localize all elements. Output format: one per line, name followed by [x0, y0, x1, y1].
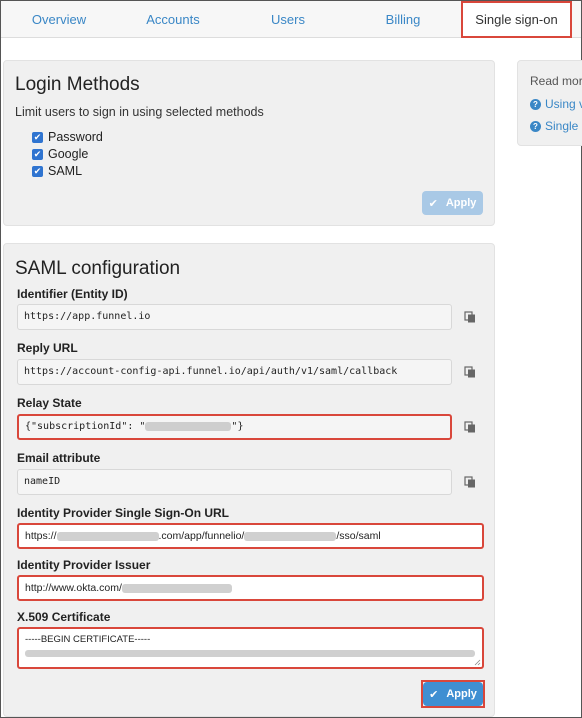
redacted-certificate-line [25, 647, 476, 661]
tab-single-sign-on[interactable]: Single sign-on [461, 1, 572, 38]
copy-icon[interactable] [464, 366, 476, 378]
redacted-value [145, 421, 232, 431]
apply-label: Apply [446, 688, 477, 700]
idp-sso-url-label: Identity Provider Single Sign-On URL [17, 506, 230, 520]
email-attribute-label: Email attribute [17, 451, 101, 465]
google-label: Google [48, 147, 89, 161]
login-methods-panel: Login Methods Limit users to sign in usi… [3, 60, 495, 226]
copy-icon[interactable] [464, 421, 476, 433]
help-link-label: Using v [545, 97, 582, 111]
password-option[interactable]: ✔ Password [32, 129, 103, 145]
relay-state-prefix: {"subscriptionId": " [25, 421, 146, 432]
certificate-begin-line: -----BEGIN CERTIFICATE----- [25, 634, 151, 645]
saml-option[interactable]: ✔ SAML [32, 163, 82, 179]
google-checkbox[interactable]: ✔ [32, 148, 43, 160]
tab-billing[interactable]: Billing [353, 1, 453, 38]
entity-id-field[interactable]: https://app.funnel.io [17, 304, 452, 330]
login-methods-title: Login Methods [15, 74, 140, 95]
email-attribute-field[interactable]: nameID [17, 469, 452, 495]
check-icon: ✔ [429, 688, 439, 701]
saml-config-panel: SAML configuration Identifier (Entity ID… [3, 243, 495, 717]
copy-icon[interactable] [464, 311, 476, 323]
idp-sso-url-middle: .com/app/funnelio/ [158, 530, 245, 542]
help-link-label: Single s [545, 119, 582, 133]
copy-icon[interactable] [464, 476, 476, 488]
tab-accounts[interactable]: Accounts [123, 1, 223, 38]
reply-url-label: Reply URL [17, 341, 78, 355]
tab-overview[interactable]: Overview [9, 1, 109, 38]
tab-bar: Overview Accounts Users Billing Single s… [1, 1, 581, 38]
question-icon: ? [530, 120, 541, 132]
relay-state-suffix: "} [231, 421, 244, 432]
help-link-single-sign-on[interactable]: ? Single s [530, 119, 582, 133]
password-checkbox[interactable]: ✔ [32, 131, 43, 143]
apply-label: Apply [445, 197, 477, 209]
question-icon: ? [530, 98, 541, 110]
certificate-label: X.509 Certificate [17, 610, 111, 624]
relay-state-label: Relay State [17, 396, 82, 410]
saml-config-title: SAML configuration [15, 258, 181, 279]
redacted-value [244, 531, 337, 541]
idp-issuer-prefix: http://www.okta.com/ [25, 582, 122, 594]
idp-issuer-label: Identity Provider Issuer [17, 558, 151, 572]
relay-state-field[interactable]: {"subscriptionId": " "} [17, 414, 452, 440]
reply-url-field[interactable]: https://account-config-api.funnel.io/api… [17, 359, 452, 385]
login-methods-apply-button[interactable]: ✔ Apply [422, 191, 483, 215]
login-methods-subtitle: Limit users to sign in using selected me… [15, 105, 264, 119]
certificate-textarea[interactable]: -----BEGIN CERTIFICATE----- [17, 627, 484, 669]
saml-checkbox[interactable]: ✔ [32, 165, 43, 177]
entity-id-label: Identifier (Entity ID) [17, 287, 128, 301]
saml-apply-button[interactable]: ✔ Apply [423, 682, 483, 706]
help-link-using[interactable]: ? Using v [530, 97, 582, 111]
resize-handle-icon[interactable] [474, 659, 481, 666]
redacted-value [56, 531, 159, 541]
read-more-panel: Read more ? Using v ? Single s [517, 60, 582, 146]
idp-sso-url-prefix: https:// [25, 530, 57, 542]
redacted-value [121, 583, 232, 593]
check-icon: ✔ [428, 197, 438, 210]
saml-label: SAML [48, 164, 83, 178]
tab-users[interactable]: Users [238, 1, 338, 38]
google-option[interactable]: ✔ Google [32, 146, 88, 162]
read-more-heading: Read more [530, 74, 582, 88]
idp-sso-url-field[interactable]: https:// .com/app/funnelio/ /sso/saml [17, 523, 484, 549]
password-label: Password [48, 130, 103, 144]
idp-sso-url-suffix: /sso/saml [336, 530, 381, 542]
idp-issuer-field[interactable]: http://www.okta.com/ [17, 575, 484, 601]
